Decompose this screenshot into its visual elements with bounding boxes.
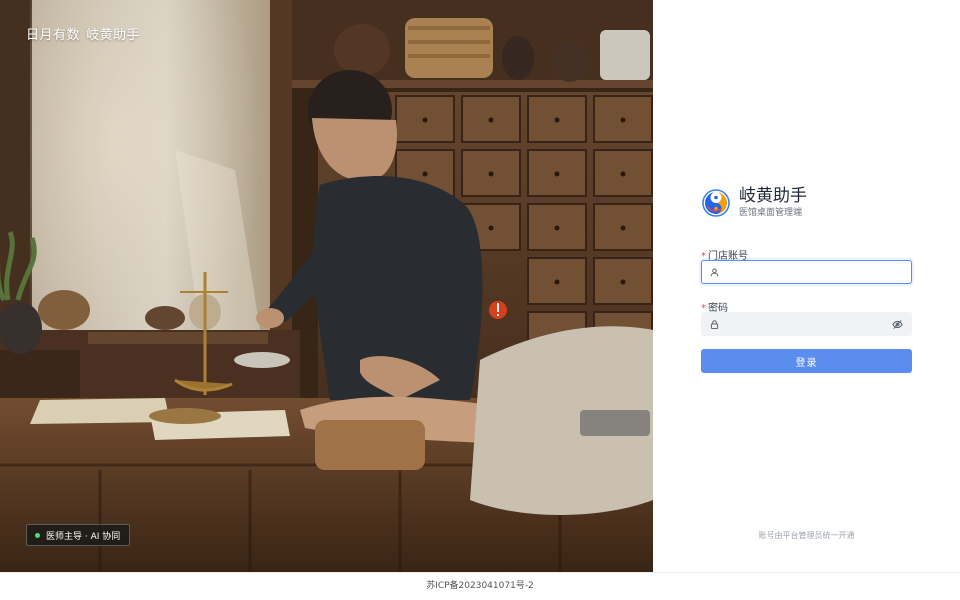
hero-badge: 医师主导 · AI 协同 — [26, 524, 131, 546]
lock-icon — [710, 319, 719, 329]
status-dot-icon — [35, 532, 40, 538]
account-input[interactable] — [725, 261, 903, 283]
hero-brand-product: 岐黄助手 — [86, 28, 141, 43]
eye-off-icon[interactable] — [892, 319, 903, 330]
login-panel: 岐黄助手 医馆桌面管理端 * 门店账号 * 密码 登录 账号由平台管理员统一开通 — [653, 0, 960, 572]
hero-illustration — [0, 0, 653, 572]
app-subtitle: 医馆桌面管理端 — [739, 208, 803, 218]
hero-panel: 日月有数 岐黄助手 医师主导 · AI 协同 — [0, 0, 653, 572]
account-note: 账号由平台管理员统一开通 — [758, 531, 855, 540]
footer: 苏ICP备2023041071号-2 — [0, 572, 960, 600]
account-field[interactable] — [701, 260, 912, 284]
hero-brand: 日月有数 岐黄助手 — [26, 24, 140, 43]
app-header: 岐黄助手 医馆桌面管理端 — [702, 186, 807, 219]
taiji-logo-icon — [702, 188, 730, 217]
app-title-block: 岐黄助手 医馆桌面管理端 — [739, 186, 807, 219]
hero-brand-company: 日月有数 — [26, 28, 81, 43]
user-icon — [710, 267, 719, 276]
app-name: 岐黄助手 — [739, 186, 807, 206]
icp-record-link[interactable]: 苏ICP备2023041071号-2 — [426, 581, 534, 591]
password-field[interactable] — [701, 312, 912, 336]
login-button[interactable]: 登录 — [701, 349, 912, 373]
hero-badge-text: 医师主导 · AI 协同 — [46, 531, 121, 542]
password-input[interactable] — [725, 313, 892, 335]
